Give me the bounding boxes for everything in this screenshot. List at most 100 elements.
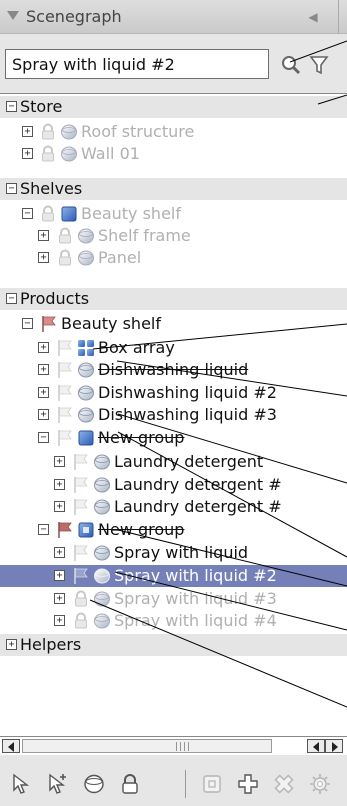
collapse-toggle-icon[interactable]: − bbox=[6, 101, 17, 112]
flag-icon[interactable] bbox=[56, 429, 74, 447]
select-add-icon[interactable] bbox=[46, 772, 70, 796]
tree-row-helpers[interactable]: + Helpers bbox=[0, 634, 347, 656]
tree-row-box-array[interactable]: + Box array bbox=[0, 337, 347, 359]
group-icon bbox=[78, 430, 94, 446]
expand-toggle-icon[interactable]: + bbox=[54, 547, 65, 558]
tree-row-dishwashing-liquid[interactable]: + Dishwashing liquid bbox=[0, 359, 347, 381]
collapse-toggle-icon[interactable]: − bbox=[22, 208, 33, 219]
tree-row-new-group-2[interactable]: − New group bbox=[0, 519, 347, 541]
panel-header: Scenegraph ◀ bbox=[0, 0, 347, 34]
scroll-left-button[interactable] bbox=[2, 739, 20, 753]
tree-row-products-beauty-shelf[interactable]: − Beauty shelf bbox=[0, 313, 347, 335]
tree-row-roof-structure[interactable]: + Roof structure bbox=[0, 121, 347, 143]
group-icon[interactable] bbox=[200, 772, 224, 796]
scrollbar-grip: |||| bbox=[175, 742, 192, 752]
expand-toggle-icon[interactable]: + bbox=[22, 126, 33, 137]
lock-icon[interactable] bbox=[72, 590, 90, 608]
object-icon bbox=[78, 250, 94, 266]
flag-icon[interactable] bbox=[56, 406, 74, 424]
flag-icon[interactable] bbox=[56, 339, 74, 357]
tree-row-shelves[interactable]: − Shelves bbox=[0, 178, 347, 200]
dock-button[interactable]: ◀ bbox=[304, 9, 322, 25]
object-icon bbox=[94, 454, 110, 470]
object-icon bbox=[61, 124, 77, 140]
tree-row-store[interactable]: − Store bbox=[0, 96, 347, 118]
add-icon[interactable] bbox=[236, 772, 260, 796]
expand-toggle-icon[interactable]: + bbox=[38, 409, 49, 420]
flag-icon[interactable] bbox=[72, 544, 90, 562]
settings-icon[interactable] bbox=[308, 772, 332, 796]
lock-icon[interactable] bbox=[39, 123, 57, 141]
tree-row-dishwashing-liquid-3[interactable]: + Dishwashing liquid #3 bbox=[0, 404, 347, 426]
lock-icon[interactable] bbox=[56, 249, 74, 267]
expand-toggle-icon[interactable]: + bbox=[54, 456, 65, 467]
tree-row-new-group-1[interactable]: − New group bbox=[0, 427, 347, 449]
filter-icon[interactable] bbox=[309, 54, 329, 76]
expand-toggle-icon[interactable]: + bbox=[38, 252, 49, 263]
toolbar-divider bbox=[185, 770, 186, 798]
tree-row-laundry-detergent[interactable]: + Laundry detergent bbox=[0, 451, 347, 473]
tree-row-shelf-frame[interactable]: + Shelf frame bbox=[0, 225, 347, 247]
expand-toggle-icon[interactable]: + bbox=[54, 501, 65, 512]
expand-toggle-icon[interactable]: + bbox=[22, 148, 33, 159]
tree-row-products[interactable]: − Products bbox=[0, 288, 347, 310]
tree-row-dishwashing-liquid-2[interactable]: + Dishwashing liquid #2 bbox=[0, 382, 347, 404]
select-icon[interactable] bbox=[10, 772, 34, 796]
collapse-toggle-icon[interactable]: − bbox=[38, 524, 49, 535]
delete-icon[interactable] bbox=[272, 772, 296, 796]
flag-icon[interactable] bbox=[56, 384, 74, 402]
tree-row-spray-1[interactable]: + Spray with liquid bbox=[0, 542, 347, 564]
lock-icon[interactable] bbox=[39, 205, 57, 223]
scrollbar-thumb[interactable]: |||| bbox=[22, 739, 272, 753]
panel-title: Scenegraph bbox=[26, 7, 122, 26]
expand-toggle-icon[interactable]: + bbox=[54, 593, 65, 604]
scenegraph-toolbar bbox=[0, 756, 347, 806]
tree-row-beauty-shelf[interactable]: − Beauty shelf bbox=[0, 203, 347, 225]
array-icon bbox=[78, 340, 94, 356]
tree-row-wall-01[interactable]: + Wall 01 bbox=[0, 143, 347, 165]
flag-icon[interactable] bbox=[72, 453, 90, 471]
tree-row-spray-2-selected[interactable]: + Spray with liquid #2 bbox=[0, 565, 347, 587]
scenegraph-tree[interactable]: − Store + Roof structure + Wall 01 − She… bbox=[0, 93, 347, 737]
flag-icon[interactable] bbox=[40, 315, 58, 333]
tree-row-laundry-detergent-3[interactable]: + Laundry detergent # bbox=[0, 496, 347, 518]
collapse-toggle-icon[interactable]: − bbox=[22, 318, 33, 329]
expand-toggle-icon[interactable]: + bbox=[6, 639, 17, 650]
collapse-toggle-icon[interactable]: − bbox=[6, 293, 17, 304]
scroll-left-button-2[interactable] bbox=[307, 739, 325, 753]
flag-icon[interactable] bbox=[56, 361, 74, 379]
tree-label: Store bbox=[20, 97, 63, 116]
tree-row-spray-4[interactable]: + Spray with liquid #4 bbox=[0, 610, 347, 632]
collapse-toggle-icon[interactable]: − bbox=[6, 183, 17, 194]
tree-label: Shelves bbox=[20, 179, 83, 198]
tree-label: Spray with liquid #2 bbox=[114, 566, 277, 585]
expand-toggle-icon[interactable]: + bbox=[54, 570, 65, 581]
object-icon bbox=[78, 385, 94, 401]
expand-toggle-icon[interactable]: + bbox=[54, 615, 65, 626]
flag-icon[interactable] bbox=[72, 476, 90, 494]
tree-row-spray-3[interactable]: + Spray with liquid #3 bbox=[0, 588, 347, 610]
tree-row-panel[interactable]: + Panel bbox=[0, 247, 347, 269]
object-icon[interactable] bbox=[82, 772, 106, 796]
expand-toggle-icon[interactable]: + bbox=[54, 479, 65, 490]
object-icon bbox=[94, 568, 110, 584]
search-icon[interactable] bbox=[280, 54, 302, 76]
search-input[interactable] bbox=[5, 49, 269, 79]
tree-label: Laundry detergent bbox=[114, 452, 264, 471]
flag-icon[interactable] bbox=[72, 498, 90, 516]
lock-icon[interactable] bbox=[72, 612, 90, 630]
lock-icon[interactable] bbox=[56, 227, 74, 245]
scroll-right-button[interactable] bbox=[325, 739, 343, 753]
expand-toggle-icon[interactable]: + bbox=[38, 230, 49, 241]
expand-toggle-icon[interactable]: + bbox=[38, 342, 49, 353]
collapse-icon[interactable] bbox=[7, 11, 19, 20]
lock-icon[interactable] bbox=[118, 772, 142, 796]
expand-toggle-icon[interactable]: + bbox=[38, 387, 49, 398]
flag-icon[interactable] bbox=[56, 521, 74, 539]
collapse-toggle-icon[interactable]: − bbox=[38, 432, 49, 443]
expand-toggle-icon[interactable]: + bbox=[38, 364, 49, 375]
horizontal-scrollbar[interactable]: |||| bbox=[0, 737, 347, 755]
flag-icon[interactable] bbox=[72, 567, 90, 585]
lock-icon[interactable] bbox=[39, 145, 57, 163]
tree-row-laundry-detergent-2[interactable]: + Laundry detergent # bbox=[0, 474, 347, 496]
